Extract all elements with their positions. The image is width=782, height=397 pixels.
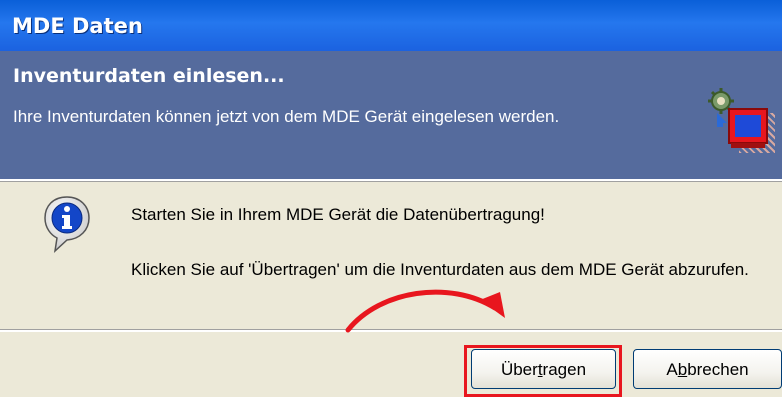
device-transfer-icon	[703, 87, 775, 155]
info-icon	[42, 194, 92, 254]
header-title: Inventurdaten einlesen...	[13, 65, 285, 87]
transfer-button-label-part: ragen	[542, 360, 587, 379]
transfer-button[interactable]: Übertragen	[471, 349, 616, 389]
header-description: Ihre Inventurdaten können jetzt von dem …	[13, 107, 560, 126]
cancel-button-accelerator: b	[677, 360, 688, 379]
instruction-message: Starten Sie in Ihrem MDE Gerät die Daten…	[131, 205, 545, 224]
transfer-button-label-part: Über	[500, 360, 538, 379]
window-title: MDE Daten	[12, 14, 143, 38]
cancel-button-label-part: brechen	[687, 360, 749, 379]
annotation-arrow	[345, 289, 505, 333]
cancel-button-label-part: A	[666, 360, 678, 379]
cancel-button[interactable]: Abbrechen	[633, 349, 782, 389]
transfer-hint-message: Klicken Sie auf 'Übertragen' um die Inve…	[131, 260, 749, 279]
title-bar[interactable]: MDE Daten	[0, 0, 782, 51]
header-separator-shadow	[0, 181, 782, 182]
